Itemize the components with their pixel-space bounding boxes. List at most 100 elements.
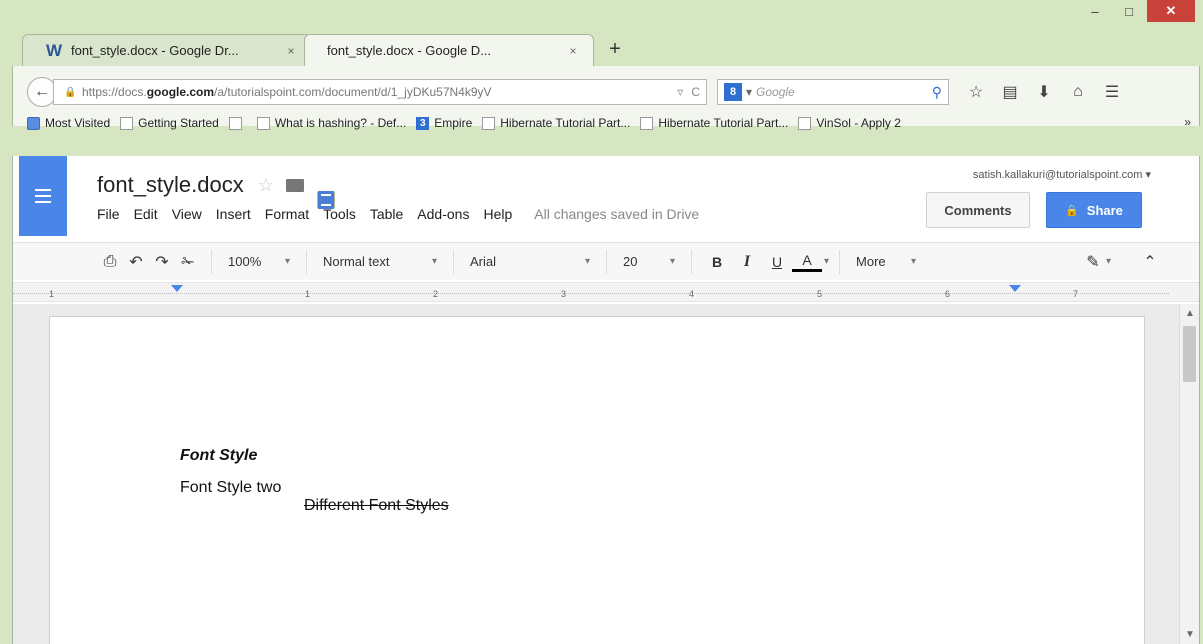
bookmark-blank[interactable]	[228, 116, 247, 130]
bookmark-hibernate-1[interactable]: Hibernate Tutorial Part...	[482, 116, 630, 130]
more-button[interactable]: More ▾	[850, 250, 922, 274]
menu-edit[interactable]: Edit	[134, 206, 158, 222]
ruler-tick: 1	[49, 289, 55, 299]
font-select[interactable]: Arial ▾	[464, 250, 596, 274]
account-dropdown-icon[interactable]: ▾	[1145, 169, 1151, 181]
tab-title: font_style.docx - Google Dr...	[71, 43, 239, 58]
search-icon[interactable]: ⚲	[932, 84, 942, 101]
pencil-icon[interactable]: ✎	[1080, 250, 1106, 274]
vertical-scrollbar[interactable]: ▲ ▼	[1179, 304, 1199, 644]
tab-strip: W font_style.docx - Google Dr... × font_…	[22, 32, 630, 209]
page-icon	[482, 116, 496, 130]
document-title-text[interactable]: font_style.docx	[97, 172, 244, 198]
search-placeholder: Google	[756, 85, 795, 99]
comments-button[interactable]: Comments	[926, 192, 1030, 228]
chevron-down-icon[interactable]: ▾	[1106, 256, 1111, 267]
scroll-thumb[interactable]	[1183, 326, 1196, 382]
folder-icon[interactable]	[285, 178, 304, 192]
search-bar[interactable]: 8 ▾ Google ⚲	[717, 79, 949, 105]
url-text: https://docs.google.com/a/tutorialspoint…	[82, 85, 492, 99]
menu-format[interactable]: Format	[265, 206, 309, 222]
ruler-tick: 3	[561, 289, 567, 299]
tab-word-doc[interactable]: W font_style.docx - Google Dr... ×	[22, 34, 312, 66]
dropdown-arrow-icon[interactable]: ▿	[677, 85, 683, 99]
bookmark-most-visited[interactable]: Most Visited	[27, 116, 110, 130]
menu-help[interactable]: Help	[483, 206, 512, 222]
bookmark-hibernate-2[interactable]: Hibernate Tutorial Part...	[640, 116, 788, 130]
font-size-select[interactable]: 20 ▾	[617, 250, 681, 274]
page-icon	[640, 116, 654, 130]
menu-icon[interactable]: ☰	[1095, 79, 1129, 105]
zoom-select[interactable]: 100% ▾	[222, 250, 296, 274]
star-icon[interactable]: ☆	[258, 175, 274, 196]
window-controls: – □ ✕	[1079, 0, 1195, 26]
share-button[interactable]: 🔒 Share	[1046, 192, 1142, 228]
bookmarks-overflow-icon[interactable]: »	[1184, 115, 1191, 129]
page-icon	[256, 116, 270, 130]
ruler-tick: 7	[1073, 289, 1079, 299]
tab-google-docs[interactable]: font_style.docx - Google D... ×	[304, 34, 594, 209]
document-line[interactable]: Font Style two	[180, 479, 281, 497]
paint-format-icon[interactable]: ✁	[175, 250, 201, 274]
menu-insert[interactable]: Insert	[216, 206, 251, 222]
minimize-button[interactable]: –	[1079, 0, 1111, 22]
url-bar[interactable]: 🔒 https://docs.google.com/a/tutorialspoi…	[53, 79, 707, 105]
bookmark-star-icon[interactable]: ☆	[959, 79, 993, 105]
share-label: Share	[1086, 202, 1123, 218]
underline-button[interactable]: U	[762, 250, 792, 274]
chevron-down-icon[interactable]: ▾	[824, 256, 829, 267]
user-account[interactable]: satish.kallakuri@tutorialspoint.com ▾	[973, 168, 1151, 181]
print-icon[interactable]: ⎙	[97, 250, 123, 274]
reload-icon[interactable]: C	[691, 85, 700, 99]
style-select[interactable]: Normal text ▾	[317, 250, 443, 274]
bookmark-hashing[interactable]: What is hashing? - Def...	[256, 116, 406, 130]
new-tab-button[interactable]: +	[600, 34, 630, 64]
bookmark-vinsol[interactable]: VinSol - Apply 2	[798, 116, 901, 130]
browser-window: – □ ✕ W font_style.docx - Google Dr... ×…	[0, 0, 1203, 644]
download-icon[interactable]: ⬇	[1027, 79, 1061, 105]
collapse-icon[interactable]: ⌃	[1137, 250, 1163, 274]
save-status: All changes saved in Drive	[534, 206, 700, 222]
search-engine-icon[interactable]: 8	[724, 83, 742, 101]
menu-file[interactable]: File	[97, 206, 120, 222]
document-strikethrough-text[interactable]: Different Font Styles	[304, 497, 449, 515]
tab-close-icon[interactable]: ×	[283, 44, 299, 58]
italic-button[interactable]: I	[732, 250, 762, 274]
ruler-tick: 2	[433, 289, 439, 299]
tab-title: font_style.docx - Google D...	[327, 43, 492, 58]
bookmark-empire[interactable]: 3 Empire	[416, 116, 472, 130]
tab-close-icon[interactable]: ×	[565, 44, 581, 58]
ruler[interactable]: 1 1 2 3 4 5 6 7	[13, 282, 1199, 302]
ruler-tick: 4	[689, 289, 695, 299]
scroll-up-icon[interactable]: ▲	[1180, 308, 1200, 319]
document-heading[interactable]: Font Style	[180, 447, 257, 465]
right-indent-marker-icon[interactable]	[1009, 285, 1021, 292]
lock-icon: 🔒	[1065, 204, 1079, 217]
docs-home-icon[interactable]	[19, 156, 67, 236]
bold-button[interactable]: B	[702, 250, 732, 274]
menu-bar: File Edit View Insert Format Tools Table…	[97, 206, 699, 222]
redo-icon[interactable]: ↷	[149, 250, 175, 274]
text-color-button[interactable]: A	[792, 252, 822, 272]
page-icon	[798, 116, 812, 130]
page-icon	[120, 116, 134, 130]
bookmarks-bar: Most Visited Getting Started What is has…	[27, 112, 1193, 134]
reading-list-icon[interactable]: ▤	[993, 79, 1027, 105]
indent-marker-icon[interactable]	[171, 285, 183, 292]
menu-addons[interactable]: Add-ons	[417, 206, 469, 222]
chevron-down-icon: ▾	[284, 256, 290, 267]
document-page[interactable]: Font Style Font Style two Different Font…	[49, 316, 1145, 644]
scroll-down-icon[interactable]: ▼	[1180, 629, 1200, 640]
docs-app: font_style.docx ☆ File Edit View Insert …	[12, 156, 1200, 644]
chevron-down-icon: ▾	[431, 256, 437, 267]
docs-icon	[317, 191, 335, 209]
undo-icon[interactable]: ↶	[123, 250, 149, 274]
close-window-button[interactable]: ✕	[1147, 0, 1195, 22]
menu-view[interactable]: View	[172, 206, 202, 222]
menu-table[interactable]: Table	[370, 206, 403, 222]
bookmark-getting-started[interactable]: Getting Started	[120, 116, 219, 130]
engine-dropdown-icon[interactable]: ▾	[746, 85, 752, 99]
document-title[interactable]: font_style.docx ☆	[97, 172, 304, 198]
maximize-button[interactable]: □	[1113, 0, 1145, 22]
home-icon[interactable]: ⌂	[1061, 79, 1095, 105]
